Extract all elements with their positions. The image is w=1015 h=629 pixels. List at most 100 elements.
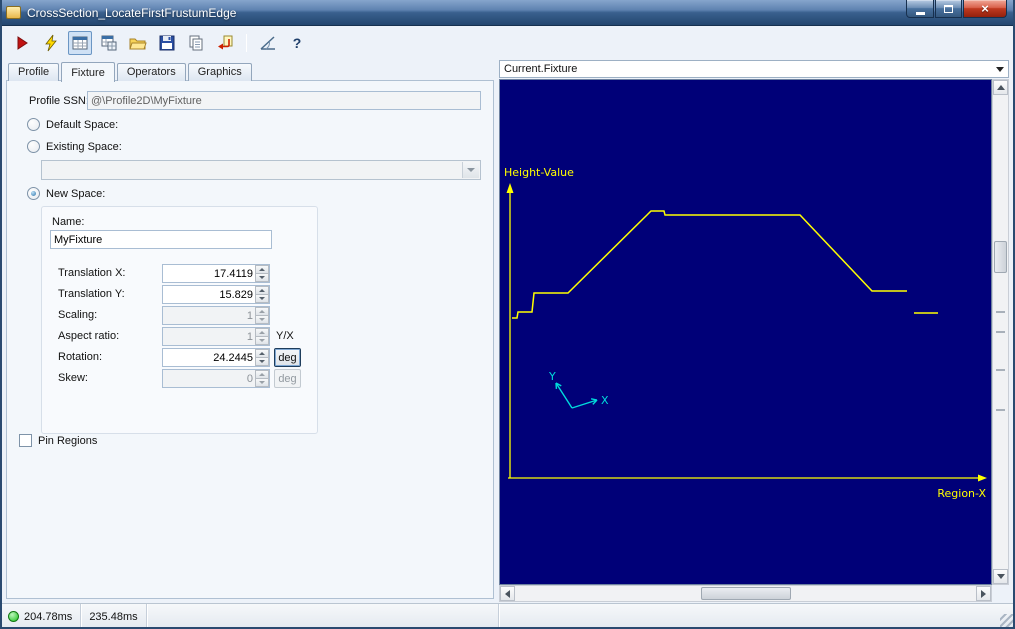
job-view-button[interactable]	[97, 31, 121, 55]
new-space-radio[interactable]: New Space:	[27, 187, 105, 200]
skew-spinner	[162, 369, 270, 388]
spreadsheet-icon	[71, 34, 89, 52]
app-icon	[6, 6, 21, 19]
help-button[interactable]: ?	[285, 31, 309, 55]
spin-up-button[interactable]	[255, 286, 269, 295]
aspect-ratio-label: Aspect ratio:	[58, 327, 119, 346]
trigger-button[interactable]	[39, 31, 63, 55]
pin-regions-checkbox-row[interactable]: Pin Regions	[19, 434, 97, 447]
spin-down-button[interactable]	[255, 358, 269, 366]
close-button[interactable]: ×	[963, 0, 1007, 18]
vertical-scrollbar-thumb[interactable]	[994, 241, 1007, 273]
spin-down-button	[255, 379, 269, 387]
documents-icon	[187, 34, 205, 52]
horizontal-scrollbar[interactable]	[499, 585, 992, 602]
spin-up-button[interactable]	[255, 349, 269, 358]
red-return-arrow-icon	[216, 34, 234, 52]
profile-ssn-label: Profile SSN:	[29, 94, 89, 108]
tab-graphics[interactable]: Graphics	[188, 63, 252, 81]
default-space-radio[interactable]: Default Space:	[27, 118, 118, 131]
minimize-button[interactable]	[906, 0, 934, 18]
spreadsheet-view-button[interactable]	[68, 31, 92, 55]
existing-space-radio[interactable]: Existing Space:	[27, 140, 122, 153]
spin-down-button	[255, 316, 269, 324]
scrollbar-mark	[996, 369, 1005, 371]
chevron-down-icon[interactable]	[462, 162, 479, 178]
rotation-spinner[interactable]	[162, 348, 270, 367]
scroll-up-button[interactable]	[993, 80, 1008, 95]
scroll-left-button[interactable]	[500, 586, 515, 601]
execution-time: 204.78ms	[24, 611, 72, 623]
status-cell-empty	[147, 604, 499, 629]
floppy-disk-icon	[158, 34, 176, 52]
translation-y-input[interactable]	[163, 286, 255, 303]
y-axis-label: Height-Value	[504, 166, 574, 179]
svg-text:X: X	[601, 394, 609, 407]
aspect-ratio-suffix: Y/X	[276, 327, 294, 346]
scroll-down-button[interactable]	[993, 569, 1008, 584]
title-bar: CrossSection_LocateFirstFrustumEdge ×	[0, 0, 1015, 26]
name-field[interactable]	[50, 230, 272, 249]
spin-up-button	[255, 328, 269, 337]
open-folder-icon	[128, 34, 148, 52]
tab-operators[interactable]: Operators	[117, 63, 186, 81]
plot-canvas[interactable]: Height-Value Region-X X Y	[499, 79, 992, 585]
tab-profile[interactable]: Profile	[8, 63, 59, 81]
spin-down-button	[255, 337, 269, 345]
scroll-right-button[interactable]	[976, 586, 991, 601]
maximize-button[interactable]	[935, 0, 962, 18]
existing-space-dropdown[interactable]	[41, 160, 481, 180]
rotation-input[interactable]	[163, 349, 255, 366]
x-axis: Region-X	[508, 475, 987, 501]
status-bar: 204.78ms 235.48ms	[0, 603, 1015, 629]
question-mark-icon: ?	[293, 35, 302, 51]
rotation-label: Rotation:	[58, 348, 102, 367]
skew-label: Skew:	[58, 369, 88, 388]
measure-button[interactable]	[256, 31, 280, 55]
y-axis: Height-Value	[504, 166, 574, 478]
svg-text:Y: Y	[548, 370, 556, 383]
resize-grip[interactable]	[1000, 614, 1013, 627]
chevron-down-icon[interactable]	[996, 67, 1004, 72]
tab-strip: Profile Fixture Operators Graphics	[8, 61, 254, 81]
scaling-spinner	[162, 306, 270, 325]
lightning-icon	[42, 34, 60, 52]
close-icon: ×	[981, 2, 989, 15]
open-button[interactable]	[126, 31, 150, 55]
horizontal-scrollbar-thumb[interactable]	[701, 587, 791, 600]
new-space-label: New Space:	[46, 188, 105, 200]
toolbar: ?	[0, 28, 1015, 58]
tab-fixture[interactable]: Fixture	[61, 62, 115, 82]
total-time: 235.48ms	[89, 611, 137, 623]
aspect-ratio-spinner	[162, 327, 270, 346]
copy-button[interactable]	[184, 31, 208, 55]
view-selector[interactable]: Current.Fixture	[499, 60, 1009, 78]
translation-y-label: Translation Y:	[58, 285, 125, 304]
profile-ssn-field[interactable]	[87, 91, 481, 110]
radio-icon	[27, 140, 40, 153]
spin-up-button	[255, 307, 269, 316]
spin-down-button[interactable]	[255, 295, 269, 303]
run-button[interactable]	[10, 31, 34, 55]
translation-x-spinner[interactable]	[162, 264, 270, 283]
aspect-ratio-input	[163, 328, 255, 345]
new-space-group: Name: Translation X: Translation Y:	[41, 206, 318, 434]
spin-down-button[interactable]	[255, 274, 269, 282]
translation-y-spinner[interactable]	[162, 285, 270, 304]
play-icon	[13, 34, 31, 52]
spin-up-button[interactable]	[255, 265, 269, 274]
checkbox-icon[interactable]	[19, 434, 32, 447]
rotation-deg-button[interactable]: deg	[274, 348, 301, 367]
maximize-icon	[944, 5, 953, 13]
translation-x-input[interactable]	[163, 265, 255, 282]
save-button[interactable]	[155, 31, 179, 55]
skew-deg-button: deg	[274, 369, 301, 388]
arrow-left-icon	[505, 590, 510, 598]
import-button[interactable]	[213, 31, 237, 55]
arrow-up-icon	[997, 85, 1005, 90]
x-axis-label: Region-X	[937, 487, 986, 500]
scrollbar-mark	[996, 311, 1005, 313]
scaling-input	[163, 307, 255, 324]
vertical-scrollbar[interactable]	[992, 79, 1009, 585]
scrollbar-mark	[996, 409, 1005, 411]
